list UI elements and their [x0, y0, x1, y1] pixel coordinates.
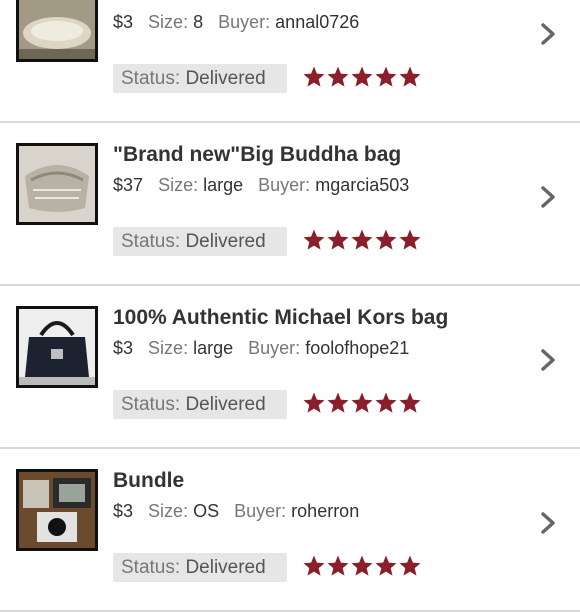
silver-bag-photo-icon	[19, 146, 95, 222]
star-icon	[327, 555, 349, 576]
status-value: Delivered	[185, 68, 266, 89]
item-title: 100% Authentic Michael Kors bag	[113, 306, 449, 329]
status-badge: Status: Delivered	[113, 553, 287, 582]
item-meta: $3 Size: large Buyer: foolofhope21	[113, 338, 409, 359]
item-title: "Brand new"Big Buddha bag	[113, 143, 402, 166]
status-label: Status:	[121, 68, 181, 89]
status-label: Status:	[121, 557, 181, 578]
status-badge: Status: Delivered	[113, 227, 287, 256]
item-price: $3	[113, 12, 134, 32]
bundle-photo-icon	[19, 472, 95, 548]
star-icon	[327, 392, 349, 413]
star-icon	[399, 392, 421, 413]
status-value: Delivered	[185, 231, 266, 252]
item-thumbnail[interactable]	[16, 469, 98, 551]
star-icon	[351, 66, 373, 87]
black-handbag-photo-icon	[19, 309, 95, 385]
star-icon	[303, 392, 325, 413]
buyer-name[interactable]: foolofhope21	[305, 338, 409, 358]
star-icon	[303, 66, 325, 87]
list-item[interactable]: $3 Size: 8 Buyer: annal0726 Status: Deli…	[0, 0, 580, 123]
rating-stars	[302, 554, 422, 580]
chevron-right-icon[interactable]	[538, 347, 558, 373]
buyer-label: Buyer:	[248, 338, 301, 358]
list-item[interactable]: "Brand new"Big Buddha bag $37 Size: larg…	[0, 123, 580, 286]
star-icon	[375, 229, 397, 250]
list-item[interactable]: 100% Authentic Michael Kors bag $3 Size:…	[0, 286, 580, 449]
chevron-right-icon[interactable]	[538, 21, 558, 47]
item-price: $3	[113, 501, 134, 521]
status-value: Delivered	[185, 394, 266, 415]
item-size: 8	[193, 12, 204, 32]
rating-stars	[302, 65, 422, 91]
star-icon	[399, 66, 421, 87]
item-thumbnail[interactable]	[16, 143, 98, 225]
star-icon	[351, 229, 373, 250]
star-icon	[351, 392, 373, 413]
item-title: Bundle	[113, 469, 185, 492]
shoes-photo-icon	[19, 0, 95, 59]
buyer-label: Buyer:	[218, 12, 271, 32]
buyer-name[interactable]: annal0726	[275, 12, 359, 32]
size-label: Size:	[148, 12, 189, 32]
item-meta: $3 Size: OS Buyer: roherron	[113, 501, 359, 522]
star-icon	[303, 555, 325, 576]
star-icon	[351, 555, 373, 576]
status-value: Delivered	[185, 557, 266, 578]
item-price: $3	[113, 338, 134, 358]
item-meta: $3 Size: 8 Buyer: annal0726	[113, 12, 359, 33]
list-item[interactable]: Bundle $3 Size: OS Buyer: roherron Statu…	[0, 449, 580, 612]
status-badge: Status: Delivered	[113, 390, 287, 419]
chevron-right-icon[interactable]	[538, 510, 558, 536]
star-icon	[303, 229, 325, 250]
star-icon	[375, 392, 397, 413]
item-size: large	[203, 175, 244, 195]
star-icon	[375, 555, 397, 576]
size-label: Size:	[148, 338, 189, 358]
status-label: Status:	[121, 394, 181, 415]
buyer-label: Buyer:	[234, 501, 287, 521]
item-thumbnail[interactable]	[16, 0, 98, 62]
size-label: Size:	[148, 501, 189, 521]
star-icon	[399, 229, 421, 250]
item-size: OS	[193, 501, 220, 521]
star-icon	[327, 229, 349, 250]
item-thumbnail[interactable]	[16, 306, 98, 388]
star-icon	[327, 66, 349, 87]
size-label: Size:	[158, 175, 199, 195]
rating-stars	[302, 391, 422, 417]
rating-stars	[302, 228, 422, 254]
buyer-label: Buyer:	[258, 175, 311, 195]
buyer-name[interactable]: roherron	[291, 501, 359, 521]
star-icon	[375, 66, 397, 87]
star-icon	[399, 555, 421, 576]
sold-items-list: $3 Size: 8 Buyer: annal0726 Status: Deli…	[0, 0, 580, 612]
buyer-name[interactable]: mgarcia503	[315, 175, 409, 195]
item-meta: $37 Size: large Buyer: mgarcia503	[113, 175, 409, 196]
status-label: Status:	[121, 231, 181, 252]
chevron-right-icon[interactable]	[538, 184, 558, 210]
status-badge: Status: Delivered	[113, 64, 287, 93]
item-size: large	[193, 338, 234, 358]
item-price: $37	[113, 175, 144, 195]
